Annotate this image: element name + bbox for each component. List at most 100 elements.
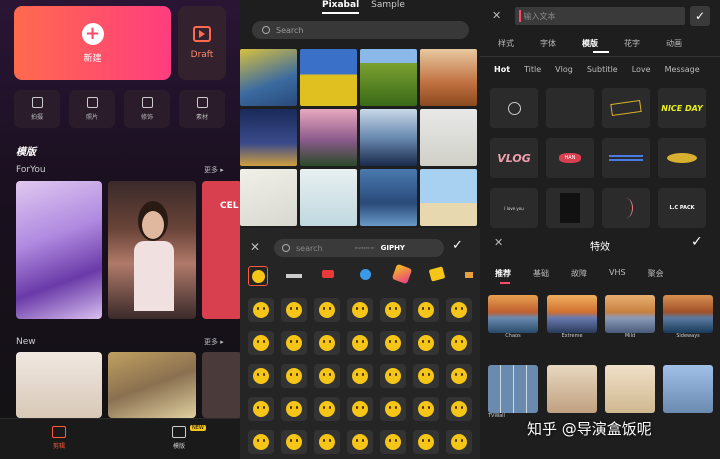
effect-thumb[interactable] (605, 365, 655, 413)
emoji-cell[interactable] (248, 298, 274, 322)
close-icon[interactable]: ✕ (494, 236, 503, 249)
text-template-tile[interactable]: L.C PACK (658, 188, 706, 228)
effect-thumb[interactable] (547, 365, 597, 413)
tool-photo[interactable]: 照片 (69, 90, 115, 128)
media-thumb[interactable] (300, 169, 357, 226)
new-thumb-2[interactable] (108, 352, 196, 418)
sticker-search-bar[interactable]: search POWERED BY GIPHY (274, 239, 444, 257)
text-template-tile[interactable]: NICE DAY (658, 88, 706, 128)
effect-item[interactable]: TVWall (488, 365, 538, 419)
emoji-cell[interactable] (413, 298, 439, 322)
sticker-category-star[interactable] (391, 263, 413, 285)
tool-retouch[interactable]: 修饰 (124, 90, 170, 128)
tab-glitch[interactable]: 故障 (571, 268, 587, 279)
confirm-check-icon[interactable]: ✓ (690, 6, 710, 26)
text-template-tile[interactable] (658, 138, 706, 178)
emoji-cell[interactable] (380, 298, 406, 322)
effect-item[interactable]: Chaos (488, 295, 538, 339)
emoji-cell[interactable] (281, 430, 307, 454)
text-template-tile[interactable]: VLOG (490, 138, 538, 178)
tab-template[interactable]: 模版 (582, 38, 598, 49)
tab-recommended[interactable]: 推荐 (495, 268, 511, 279)
tab-basic[interactable]: 基础 (533, 268, 549, 279)
template-thumb-2[interactable] (108, 181, 196, 319)
emoji-cell[interactable] (314, 397, 340, 421)
emoji-cell[interactable] (413, 331, 439, 355)
tab-party[interactable]: 聚会 (648, 268, 664, 279)
more-link-new[interactable]: 更多 ▸ (204, 337, 224, 347)
close-icon[interactable]: ✕ (250, 240, 260, 254)
media-search-bar[interactable]: Search (252, 21, 469, 39)
template-thumb-3[interactable]: CEL (202, 181, 240, 319)
text-template-tile[interactable]: I love you (490, 188, 538, 228)
media-thumb[interactable] (300, 109, 357, 166)
emoji-cell[interactable] (314, 430, 340, 454)
tab-sample[interactable]: Sample (371, 0, 405, 14)
emoji-cell[interactable] (281, 397, 307, 421)
draft-button[interactable]: Draft (178, 6, 226, 80)
emoji-cell[interactable] (347, 364, 373, 388)
media-thumb[interactable] (420, 49, 477, 106)
tab-font[interactable]: 字体 (540, 38, 556, 49)
close-icon[interactable]: ✕ (492, 9, 501, 22)
emoji-cell[interactable] (413, 397, 439, 421)
emoji-cell[interactable] (248, 364, 274, 388)
emoji-cell[interactable] (446, 397, 472, 421)
text-template-tile[interactable]: HAN (546, 138, 594, 178)
text-template-tile[interactable] (602, 138, 650, 178)
nav-edit[interactable]: 剪辑 (52, 426, 66, 450)
new-thumb-1[interactable] (16, 352, 102, 418)
tab-wordart[interactable]: 花字 (624, 38, 640, 49)
sticker-category-more[interactable] (465, 272, 473, 278)
tab-style[interactable]: 样式 (498, 38, 514, 49)
media-thumb[interactable] (240, 109, 297, 166)
subtab-message[interactable]: Message (665, 65, 700, 74)
template-thumb-1[interactable] (16, 181, 102, 319)
emoji-cell[interactable] (380, 430, 406, 454)
text-template-tile[interactable] (602, 188, 650, 228)
text-template-tile[interactable] (602, 88, 650, 128)
emoji-cell[interactable] (347, 298, 373, 322)
subtab-title[interactable]: Title (524, 65, 541, 74)
text-input[interactable]: 输入文本 (515, 7, 685, 25)
emoji-cell[interactable] (314, 364, 340, 388)
tab-pixabay[interactable]: Pixabal (322, 0, 360, 14)
confirm-check-icon[interactable]: ✓ (452, 238, 463, 253)
emoji-cell[interactable] (446, 298, 472, 322)
nav-templates[interactable]: 模版 (172, 426, 186, 450)
emoji-cell[interactable] (281, 331, 307, 355)
emoji-cell[interactable] (248, 430, 274, 454)
media-thumb[interactable] (420, 169, 477, 226)
emoji-cell[interactable] (347, 430, 373, 454)
subtab-subtitle[interactable]: Subtitle (587, 65, 618, 74)
tab-vhs[interactable]: VHS (609, 268, 626, 279)
emoji-cell[interactable] (314, 331, 340, 355)
media-thumb[interactable] (240, 49, 297, 106)
emoji-cell[interactable] (380, 331, 406, 355)
effect-item[interactable]: Mild (605, 295, 655, 339)
sticker-category-red[interactable] (322, 270, 334, 278)
confirm-check-icon[interactable]: ✓ (691, 234, 703, 250)
sticker-category-bar[interactable] (286, 274, 302, 278)
effect-item[interactable]: Sideways (663, 295, 713, 339)
emoji-cell[interactable] (248, 397, 274, 421)
subtab-vlog[interactable]: Vlog (555, 65, 573, 74)
emoji-category-selected[interactable] (248, 266, 268, 286)
text-template-tile[interactable] (546, 188, 594, 228)
emoji-cell[interactable] (347, 331, 373, 355)
media-thumb[interactable] (240, 169, 297, 226)
new-thumb-3[interactable] (202, 352, 240, 418)
emoji-cell[interactable] (380, 397, 406, 421)
media-thumb[interactable] (360, 169, 417, 226)
emoji-cell[interactable] (446, 430, 472, 454)
emoji-cell[interactable] (248, 331, 274, 355)
emoji-cell[interactable] (446, 331, 472, 355)
subtab-hot[interactable]: Hot (494, 65, 510, 74)
media-thumb[interactable] (360, 109, 417, 166)
text-template-none[interactable] (490, 88, 538, 128)
emoji-cell[interactable] (281, 364, 307, 388)
effect-thumb[interactable] (663, 365, 713, 413)
tab-animation[interactable]: 动画 (666, 38, 682, 49)
emoji-cell[interactable] (380, 364, 406, 388)
emoji-cell[interactable] (413, 430, 439, 454)
